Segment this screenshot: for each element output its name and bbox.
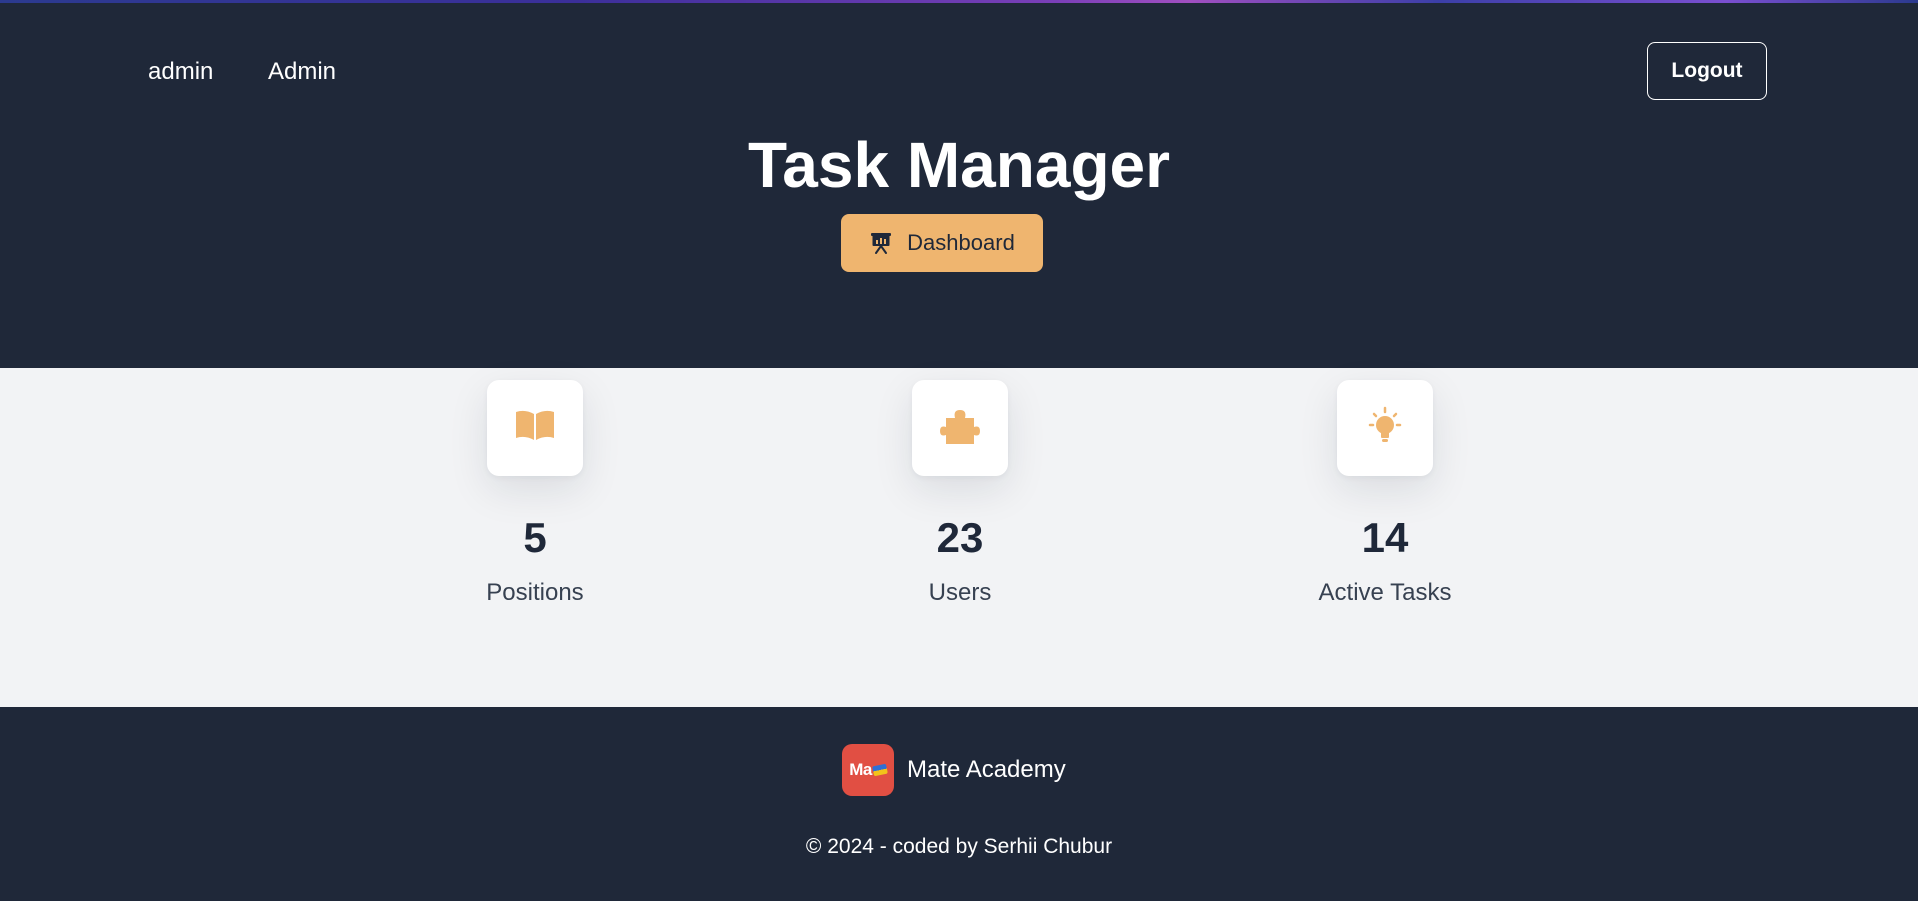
brand-name: Mate Academy: [907, 756, 1066, 783]
puzzle-icon: [940, 406, 980, 451]
stat-label: Users: [928, 579, 992, 606]
page-header: admin Admin Logout Task Manager Dashboar…: [0, 3, 1918, 368]
brand-link[interactable]: Ma Mate Academy: [842, 744, 1066, 796]
flag-icon: [871, 763, 888, 777]
stat-value: 23: [936, 514, 984, 561]
stat-active-tasks: 14 Active Tasks: [1265, 380, 1505, 608]
stat-icon-box: [487, 380, 583, 476]
stat-value: 5: [523, 514, 547, 561]
dashboard-button[interactable]: Dashboard: [841, 214, 1043, 272]
book-icon: [514, 409, 556, 448]
stat-users: 23 Users: [840, 380, 1080, 608]
presentation-chart-icon: [869, 231, 893, 255]
stat-label: Active Tasks: [1318, 579, 1452, 606]
copyright-text: © 2024 - coded by Serhii Chubur: [805, 835, 1113, 858]
nav-admin-link[interactable]: Admin: [268, 57, 336, 87]
stat-icon-box: [1337, 380, 1433, 476]
logout-button[interactable]: Logout: [1647, 42, 1767, 100]
nav-username-link[interactable]: admin: [148, 57, 213, 87]
stat-value: 14: [1361, 514, 1409, 561]
page-footer: Ma Mate Academy © 2024 - coded by Serhii…: [0, 707, 1918, 901]
stats-section: 5 Positions 23 Users 14 Active Tasks: [0, 368, 1918, 707]
stat-positions: 5 Positions: [415, 380, 655, 608]
page-title: Task Manager: [747, 129, 1171, 201]
stat-icon-box: [912, 380, 1008, 476]
lightbulb-icon: [1365, 406, 1405, 451]
logo-text: Ma: [849, 760, 872, 779]
mate-academy-logo: Ma: [842, 744, 894, 796]
stat-label: Positions: [486, 579, 584, 606]
dashboard-button-label: Dashboard: [907, 230, 1015, 255]
